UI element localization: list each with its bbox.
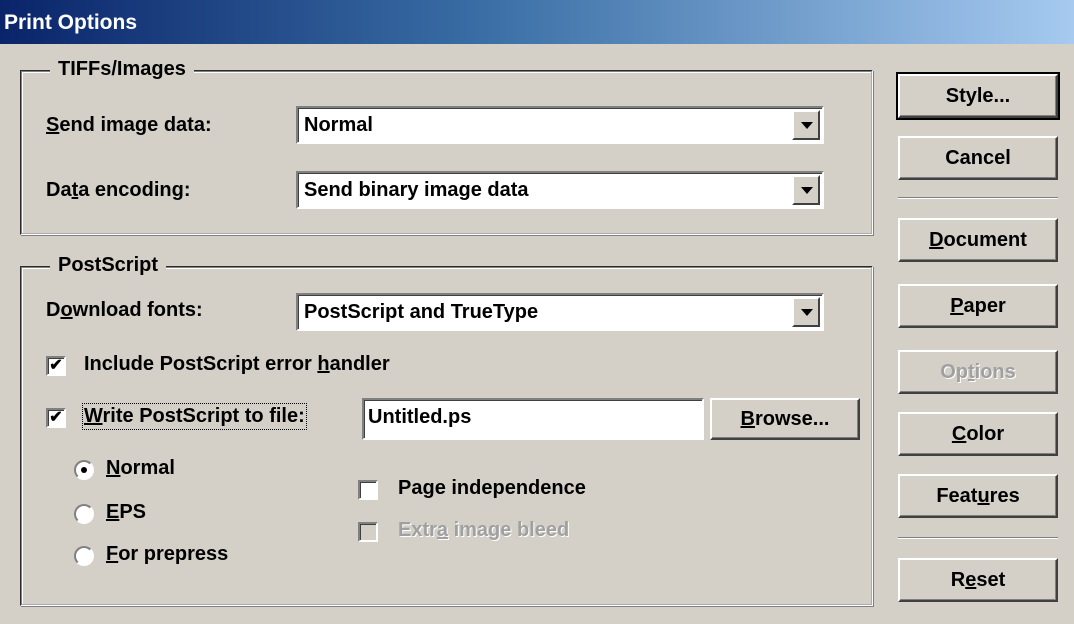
options-button: Op t ions bbox=[898, 350, 1058, 394]
chevron-down-icon[interactable] bbox=[792, 297, 820, 327]
filename-value: Untitled.ps bbox=[368, 406, 472, 428]
style-button[interactable]: Style... bbox=[896, 72, 1060, 120]
tiffs-images-legend: TIFFs/Images bbox=[50, 58, 194, 81]
download-fonts-select[interactable]: PostScript and TrueType bbox=[296, 293, 824, 331]
download-fonts-value: PostScript and TrueType bbox=[304, 301, 539, 323]
button-separator bbox=[898, 197, 1058, 199]
extra-image-bleed-label: Extra image bleed bbox=[398, 519, 570, 541]
features-button[interactable]: Feat u res bbox=[898, 474, 1058, 518]
browse-button[interactable]: Browse... bbox=[710, 398, 860, 440]
button-separator bbox=[898, 537, 1058, 539]
color-button[interactable]: Color bbox=[898, 412, 1058, 456]
write-to-file-label[interactable]: Write PostScript to file: bbox=[82, 403, 307, 430]
send-image-data-label: Send image data: bbox=[46, 114, 212, 136]
send-image-data-value: Normal bbox=[304, 114, 373, 136]
radio-for-prepress[interactable] bbox=[74, 546, 94, 566]
data-encoding-value: Send binary image data bbox=[304, 179, 529, 201]
checkmark-icon: ✔ bbox=[49, 409, 63, 426]
extra-image-bleed-checkbox bbox=[358, 522, 378, 542]
page-independence-label[interactable]: Page independence bbox=[398, 477, 586, 500]
data-encoding-label: Data encoding: bbox=[46, 179, 191, 201]
paper-button[interactable]: Paper bbox=[898, 284, 1058, 328]
radio-eps[interactable] bbox=[74, 504, 94, 524]
postscript-legend: PostScript bbox=[50, 254, 167, 277]
tiffs-images-group: TIFFs/Images bbox=[20, 58, 873, 235]
reset-button[interactable]: Re set bbox=[898, 558, 1058, 602]
checkmark-icon: ✔ bbox=[49, 357, 63, 374]
chevron-down-icon[interactable] bbox=[792, 110, 820, 140]
data-encoding-select[interactable]: Send binary image data bbox=[296, 171, 824, 209]
radio-for-prepress-label[interactable]: For prepress bbox=[106, 543, 228, 566]
filename-field[interactable]: Untitled.ps bbox=[362, 398, 704, 440]
write-to-file-checkbox[interactable]: ✔ bbox=[46, 408, 66, 428]
download-fonts-label: Download fonts: bbox=[46, 299, 203, 321]
page-independence-checkbox[interactable] bbox=[358, 480, 378, 500]
error-handler-checkbox[interactable]: ✔ bbox=[46, 356, 66, 376]
chevron-down-icon[interactable] bbox=[792, 175, 820, 205]
radio-normal[interactable] bbox=[74, 460, 94, 480]
document-button[interactable]: Document bbox=[898, 218, 1058, 262]
radio-eps-label[interactable]: EPS bbox=[106, 501, 146, 524]
radio-normal-label[interactable]: Normal bbox=[106, 457, 175, 480]
window-title: Print Options bbox=[0, 0, 1074, 44]
send-image-data-select[interactable]: Normal bbox=[296, 106, 824, 144]
cancel-button[interactable]: Cancel bbox=[898, 136, 1058, 180]
error-handler-label[interactable]: Include PostScript error handler bbox=[84, 353, 390, 376]
